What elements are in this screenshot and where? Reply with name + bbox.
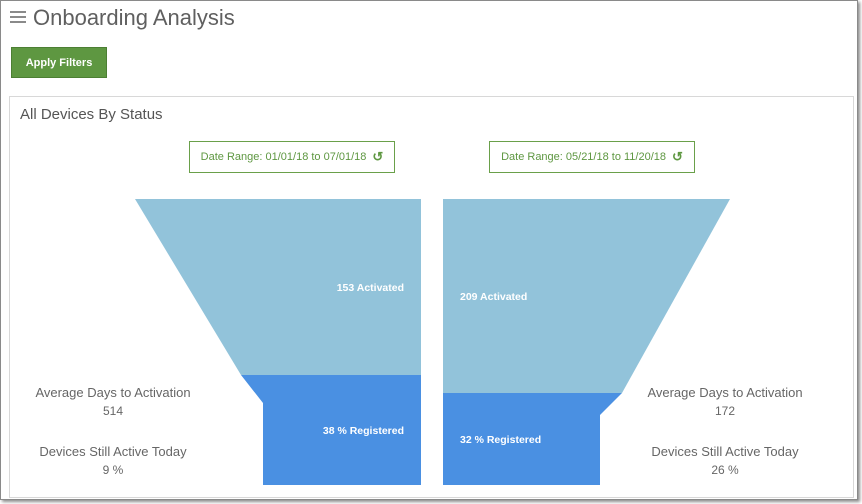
funnel-right-activated-label: 209 Activated [460,291,527,303]
hamburger-menu-icon[interactable] [10,11,26,25]
page-title: Onboarding Analysis [33,5,235,30]
funnel-chart: 153 Activated 38 % Registered 209 Activa… [135,199,730,485]
funnel-left-activated-label: 153 Activated [337,282,404,294]
left-still-active-label: Devices Still Active Today [39,444,187,459]
right-avg-days-value: 172 [714,404,736,418]
left-avg-days-label: Average Days to Activation [35,385,191,400]
left-still-active-value: 9 % [102,463,124,477]
funnel-left-registered-label: 38 % Registered [323,425,404,437]
all-devices-panel: All Devices By Status Date Range: 01/01/… [9,96,854,498]
right-still-active-label: Devices Still Active Today [651,444,799,459]
funnel-right-registered-label: 32 % Registered [460,434,541,446]
right-still-active-value: 26 % [711,463,739,477]
app-window: Onboarding Analysis Apply Filters All De… [0,0,858,500]
right-avg-days-label: Average Days to Activation [647,385,803,400]
apply-filters-button[interactable]: Apply Filters [11,47,107,78]
left-avg-days-value: 514 [102,404,124,418]
